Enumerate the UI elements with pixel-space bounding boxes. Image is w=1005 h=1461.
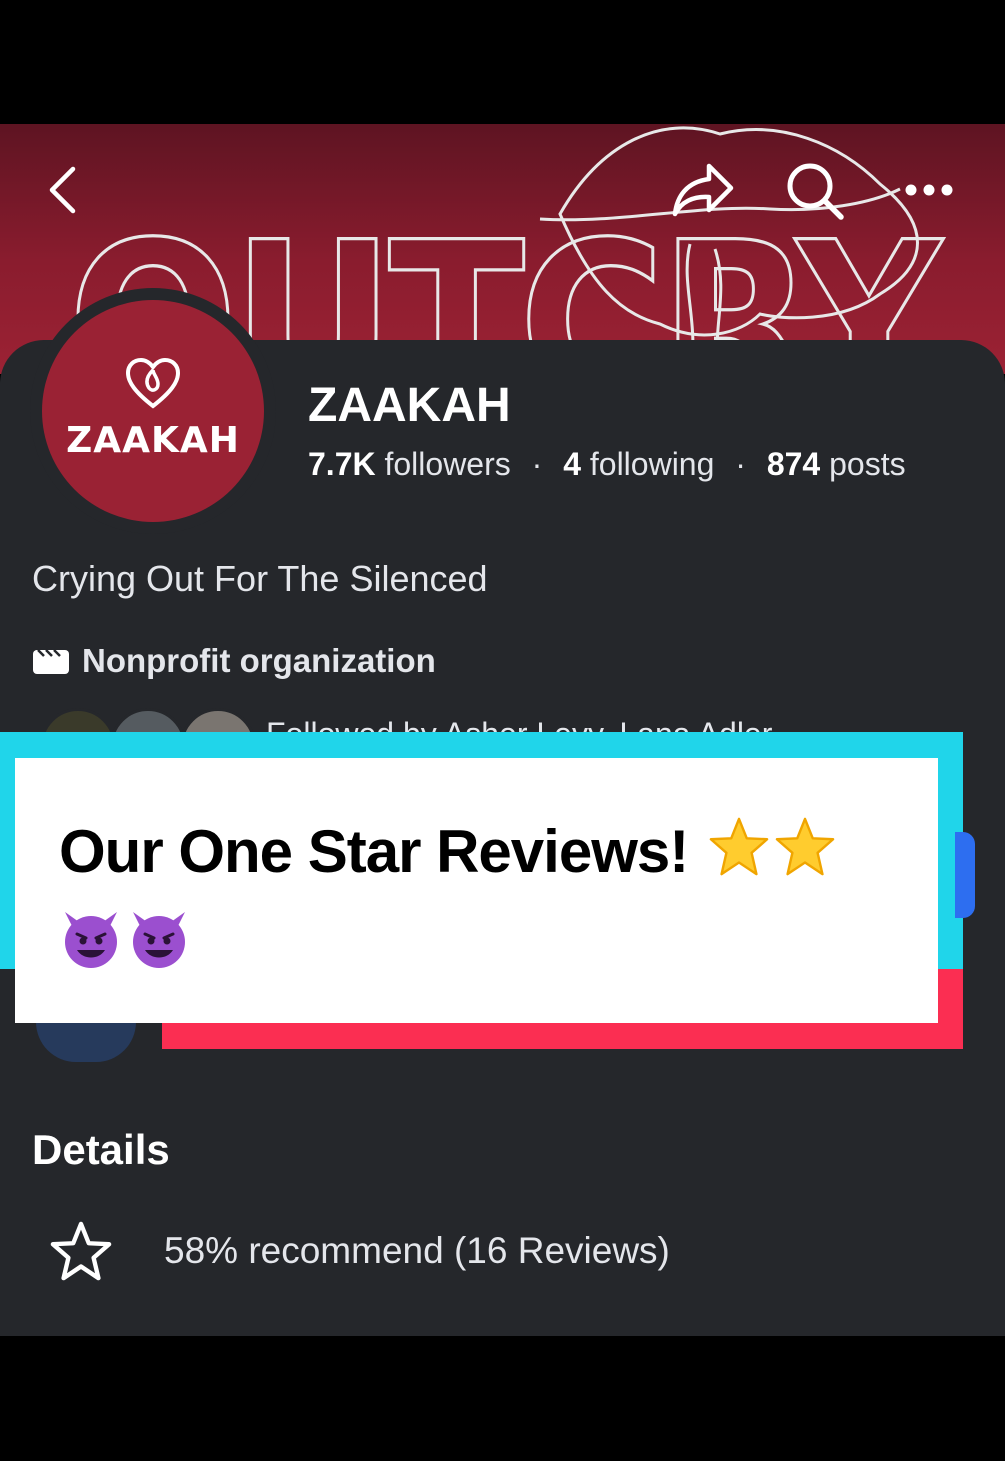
- profile-category: Nonprofit organization: [32, 642, 436, 680]
- profile-bio: Crying Out For The Silenced: [32, 558, 488, 599]
- reviews-summary: 58% recommend (16 Reviews): [164, 1230, 670, 1271]
- caption-overlay: Our One Star Reviews!: [15, 758, 938, 1023]
- profile-stats: 7.7K followers · 4 following · 874 posts: [308, 446, 906, 483]
- posts-count: 874: [766, 446, 821, 482]
- clapperboard-icon: [33, 649, 69, 674]
- smiling-devil-emoji-icon: [65, 912, 117, 968]
- more-horizontal-icon: [905, 184, 953, 196]
- followers-label: followers: [384, 446, 511, 482]
- page-title: ZAAKAH: [308, 379, 511, 432]
- follower-avatar: [110, 708, 186, 734]
- heart-logo-icon: [125, 358, 181, 409]
- smiling-devil-emoji-icon: [133, 912, 185, 968]
- bottom-letterbox: [0, 1336, 1005, 1461]
- followed-by-row[interactable]: Followed by Asher Levy, Lana Adler: [40, 708, 772, 734]
- share-button[interactable]: [668, 160, 738, 220]
- chevron-left-icon: [49, 166, 76, 214]
- follower-avatar: [180, 708, 256, 734]
- avatar[interactable]: ZAAKAH: [42, 300, 264, 522]
- share-arrow-icon: [672, 163, 734, 217]
- caption-text: Our One Star Reviews!: [59, 808, 919, 984]
- avatar-name: ZAAKAH: [66, 420, 240, 461]
- star-emoji-icon: [709, 817, 769, 876]
- followers-count: 7.7K: [308, 446, 376, 482]
- posts-link[interactable]: 874 posts: [767, 446, 906, 482]
- followers-link[interactable]: 7.7K followers: [308, 446, 511, 482]
- search-button[interactable]: [782, 158, 848, 224]
- star-emoji-icon: [775, 817, 835, 876]
- details-heading: Details: [32, 1126, 170, 1173]
- top-letterbox: [0, 0, 1005, 124]
- posts-label: posts: [829, 446, 906, 482]
- following-link[interactable]: 4 following: [563, 446, 714, 482]
- hidden-button-edge: [955, 832, 975, 918]
- more-button[interactable]: [900, 172, 958, 208]
- search-icon: [787, 163, 844, 220]
- reviews-row[interactable]: 58% recommend (16 Reviews): [50, 1220, 670, 1282]
- following-label: following: [589, 446, 715, 482]
- separator-dot: ·: [735, 446, 746, 482]
- following-count: 4: [563, 446, 581, 482]
- caption-title: Our One Star Reviews!: [59, 818, 689, 885]
- back-button[interactable]: [40, 162, 84, 218]
- category-label: Nonprofit organization: [82, 642, 436, 679]
- separator-dot: ·: [531, 446, 543, 482]
- follower-avatar: [40, 708, 116, 734]
- star-outline-icon: [50, 1221, 112, 1281]
